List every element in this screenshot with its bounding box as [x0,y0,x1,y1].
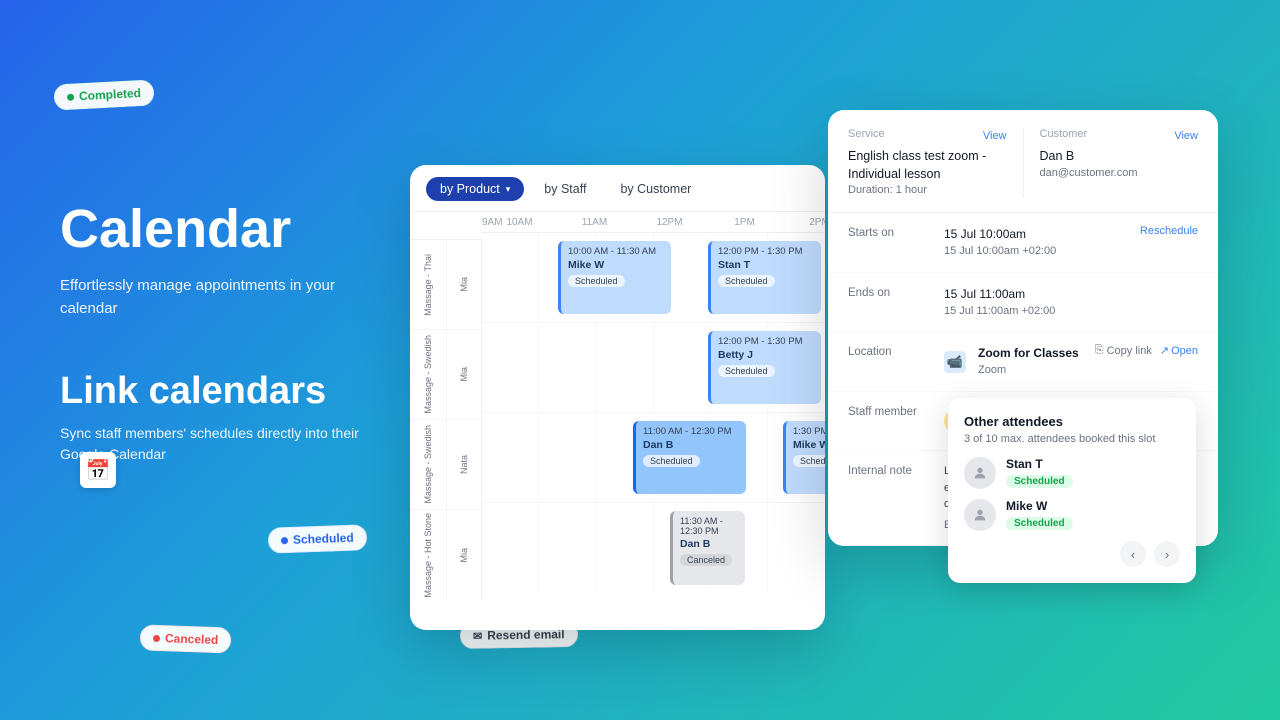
copy-icon: ⎘ [1095,344,1104,357]
cal-row-hotstone-mia: 11:30 AM - 12:30 PM Dan B Canceled [482,503,825,593]
calendar-card: by Product ▾ by Staff by Customer Massag… [410,165,825,630]
time-12pm: 12PM [632,217,707,228]
next-attendees-button[interactable]: › [1154,541,1180,567]
appt-mike-w-thai[interactable]: 10:00 AM - 11:30 AM Mike W Scheduled [558,241,671,314]
time-10am: 10AM [482,217,557,228]
chevron-down-icon: ▾ [506,184,511,195]
calendar-body: Massage - Thai Mia Massage - Swedish Mia… [410,212,825,630]
scheduled-badge: Scheduled [268,524,368,553]
attendee-row-mike: Mike W Scheduled [964,499,1180,531]
external-link-icon: ↗ [1160,344,1169,357]
detail-divider [1023,128,1024,198]
appt-mike-w-nata[interactable]: 1:30 PM - 3:00 PM Mike W Scheduled [783,421,825,494]
open-link-button[interactable]: ↗ Open [1160,344,1198,357]
row-label-swedish-nata: Massage - Swedish Nata [410,420,482,510]
envelope-icon: ✉ [473,629,482,642]
canceled-dot [153,634,160,641]
location-row: Location 📹 Zoom for Classes Zoom ⎘ Copy … [828,332,1218,392]
completed-badge: Completed [53,79,154,110]
time-11am: 11AM [557,217,632,228]
attendee-row-stan: Stan T Scheduled [964,457,1180,489]
prev-attendees-button[interactable]: ‹ [1120,541,1146,567]
attendees-popup: Other attendees 3 of 10 max. attendees b… [948,398,1196,583]
tab-by-customer[interactable]: by Customer [606,177,705,201]
cell-9-thai [482,233,539,322]
service-view-link[interactable]: View [983,130,1007,142]
attendee-avatar-mike [964,499,996,531]
canceled-badge: Canceled [140,624,232,653]
calendar-row-labels: Massage - Thai Mia Massage - Swedish Mia… [410,212,482,630]
attendee-avatar-stan [964,457,996,489]
row-label-thai-mia: Massage - Thai Mia [410,240,482,330]
link-title: Link calendars [60,370,380,413]
detail-header: Service View English class test zoom - I… [828,110,1218,213]
reschedule-button[interactable]: Reschedule [1140,225,1198,237]
customer-section: Customer View Dan B dan@customer.com [1040,128,1199,198]
tab-by-product[interactable]: by Product ▾ [426,177,524,201]
ends-on-row: Ends on 15 Jul 11:00am 15 Jul 11:00am +0… [828,273,1218,333]
calendar-time-area: 9AM 10AM 11AM 12PM 1PM 2PM 10:00 AM - 11… [482,212,825,630]
zoom-icon: 📹 [944,351,966,373]
popup-navigation: ‹ › [964,541,1180,567]
cal-row-thai-mia: 10:00 AM - 11:30 AM Mike W Scheduled 12:… [482,233,825,323]
attendees-title: Other attendees [964,414,1180,429]
customer-view-link[interactable]: View [1174,130,1198,142]
appt-dan-b-nata[interactable]: 11:00 AM - 12:30 PM Dan B Scheduled [633,421,746,494]
calendar-tabs: by Product ▾ by Staff by Customer [410,165,825,212]
attendees-subtitle: 3 of 10 max. attendees booked this slot [964,433,1180,445]
service-section: Service View English class test zoom - I… [848,128,1007,198]
left-content: Calendar Effortlessly manage appointment… [60,200,380,465]
starts-on-row: Starts on 15 Jul 10:00am 15 Jul 10:00am … [828,213,1218,273]
main-title: Calendar [60,200,380,259]
completed-dot [67,93,74,100]
main-subtitle: Effortlessly manage appointments in your… [60,275,380,320]
time-1pm: 1PM [707,217,782,228]
copy-link-button[interactable]: ⎘ Copy link [1095,344,1152,357]
tab-by-staff[interactable]: by Staff [530,177,600,201]
cal-row-swedish-nata: 11:00 AM - 12:30 PM Dan B Scheduled 1:30… [482,413,825,503]
appt-betty-j[interactable]: 12:00 PM - 1:30 PM Betty J Scheduled [708,331,821,404]
appt-dan-b-canceled[interactable]: 11:30 AM - 12:30 PM Dan B Canceled [670,511,745,585]
time-header: 9AM 10AM 11AM 12PM 1PM 2PM [482,212,825,233]
link-subtitle: Sync staff members' schedules directly i… [60,423,380,465]
row-label-hotstone-mia: Massage - Hot Stone Mia [410,510,482,600]
row-label-swedish-mia: Massage - Swedish Mia [410,330,482,420]
cal-row-swedish-mia: 12:00 PM - 1:30 PM Betty J Scheduled [482,323,825,413]
scheduled-dot [281,537,288,544]
time-2pm: 2PM [782,217,825,228]
appt-stan-t-thai[interactable]: 12:00 PM - 1:30 PM Stan T Scheduled [708,241,821,314]
